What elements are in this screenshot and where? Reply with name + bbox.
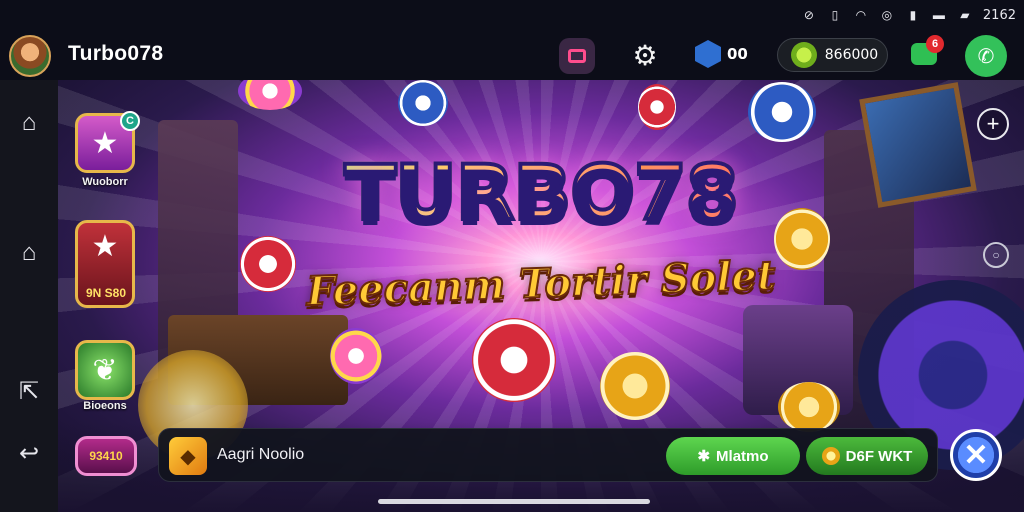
- gem-counter[interactable]: 00: [695, 40, 748, 68]
- close-button[interactable]: ✕: [950, 429, 1002, 481]
- gem-count: 00: [727, 45, 748, 63]
- poker-chip: [472, 318, 556, 402]
- coin-balance-pill[interactable]: 866000: [777, 38, 888, 72]
- spark-icon: ✱: [697, 448, 711, 465]
- poker-chip: [398, 80, 448, 126]
- gold-chip: [778, 382, 840, 432]
- settings-button[interactable]: ⚙: [628, 38, 662, 72]
- phone-button[interactable]: ✆: [965, 35, 1007, 77]
- messages-button[interactable]: 6: [908, 35, 944, 69]
- app-title: Turbo078: [68, 42, 164, 65]
- primary-button-label: Mlatmo: [716, 447, 769, 465]
- leaf-icon: ❦: [92, 353, 118, 387]
- app-header: Turbo078 ⚙ 00 866000 6 ✆: [0, 30, 1024, 80]
- add-button[interactable]: +: [977, 108, 1009, 140]
- star-icon: ★: [91, 230, 119, 263]
- dnd-icon: ⊘: [803, 8, 814, 22]
- back-arrow-icon: ↩: [18, 439, 40, 467]
- sim-icon: ▯: [831, 8, 839, 22]
- poker-chip: [330, 328, 382, 384]
- avatar[interactable]: [9, 35, 51, 77]
- home-outline-nav-button[interactable]: ⌂: [14, 238, 44, 268]
- bottom-promo-bar: ◆ Aagri Noolio ✱ Mlatmo D6F WKT: [158, 428, 938, 482]
- coin-icon: [790, 42, 817, 68]
- close-icon: ✕: [963, 438, 989, 472]
- coin-balance: 866000: [824, 47, 879, 63]
- status-bar: ⊘ ▯ ◠ ◎ ▮ ▬ ▰ 2162: [0, 0, 1024, 30]
- gold-chip: [600, 352, 670, 420]
- gem-icon: [695, 40, 721, 68]
- info-button[interactable]: ○: [983, 242, 1009, 268]
- game-tile-slot[interactable]: 93410: [75, 436, 137, 476]
- home-icon: ⌂: [21, 109, 37, 136]
- status-time: 2162: [982, 7, 1016, 23]
- tv-icon: [568, 49, 586, 63]
- primary-action-button[interactable]: ✱ Mlatmo: [666, 437, 800, 475]
- slot-value: 93410: [89, 449, 123, 463]
- banner-title: TURBO78: [58, 146, 1024, 239]
- battery-icon: ▰: [960, 8, 970, 22]
- plus-icon: +: [986, 111, 1000, 136]
- game-tile-badge: C: [120, 111, 140, 131]
- battery-saver-icon: ▮: [909, 8, 917, 22]
- notification-badge: 6: [926, 35, 944, 53]
- poker-chip: [748, 82, 816, 142]
- coin-icon: [821, 447, 840, 465]
- game-tile-price: 9N S80: [85, 286, 127, 300]
- home-indicator[interactable]: [378, 499, 650, 504]
- game-label: Bioeons: [83, 400, 127, 412]
- star-icon: ★: [91, 126, 119, 160]
- signal-icon: ▬: [932, 8, 945, 22]
- sidebar: ⌂ ⌂ ⇱ ↩: [0, 80, 58, 512]
- secondary-action-button[interactable]: D6F WKT: [806, 437, 928, 475]
- secondary-button-label: D6F WKT: [845, 447, 913, 465]
- game-label: Wuoborr: [82, 176, 128, 188]
- home-nav-button[interactable]: ⌂: [14, 108, 44, 138]
- vpn-icon: ◎: [881, 8, 893, 22]
- poker-chip: [638, 84, 676, 130]
- ring-icon: ○: [992, 248, 1000, 262]
- exit-nav-button[interactable]: ⇱: [14, 376, 44, 406]
- cube-icon: ◆: [169, 437, 207, 475]
- back-nav-button[interactable]: ↩: [14, 438, 44, 468]
- gear-icon: ⚙: [632, 39, 658, 71]
- wifi-icon: ◠: [855, 8, 867, 22]
- app-window: ⊘ ▯ ◠ ◎ ▮ ▬ ▰ 2162 Turbo078 ⚙ 00 866000 …: [0, 0, 1024, 512]
- game-tile-leaf[interactable]: ❦: [75, 340, 135, 400]
- exit-icon: ⇱: [18, 377, 40, 405]
- live-tv-button[interactable]: [559, 38, 595, 74]
- promo-text: Aagri Noolio: [217, 446, 305, 463]
- phone-icon: ✆: [977, 45, 995, 68]
- house-icon: ⌂: [21, 239, 37, 266]
